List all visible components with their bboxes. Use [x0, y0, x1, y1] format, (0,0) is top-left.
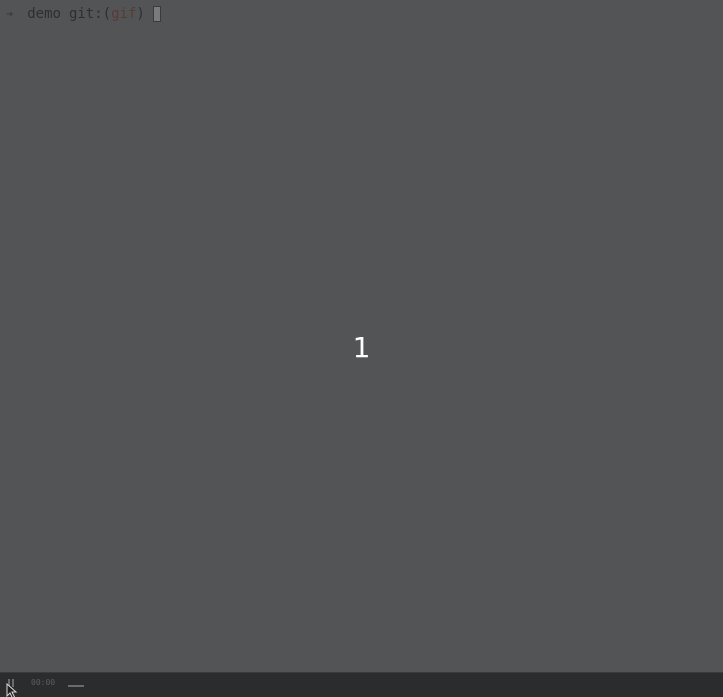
player-controls: 00:00 — [0, 672, 723, 697]
shell-prompt: ➜ demo git:(gif) — [6, 4, 161, 24]
prompt-arrow-icon: ➜ — [6, 7, 14, 21]
prompt-git-label: git:(gif) — [69, 6, 145, 22]
progress-bar[interactable] — [68, 685, 708, 687]
git-prefix: git:( — [68, 6, 112, 22]
terminal-cursor — [152, 6, 161, 22]
git-branch: gif — [111, 6, 137, 22]
terminal-player: ➜ demo git:(gif) 1 00:00 — [0, 0, 723, 697]
mouse-pointer-icon — [6, 683, 18, 697]
terminal-screen[interactable]: ➜ demo git:(gif) 1 — [0, 0, 723, 672]
playback-time: 00:00 — [31, 678, 56, 687]
progress-fill — [68, 685, 84, 687]
prompt-directory: demo — [27, 6, 61, 22]
countdown-number: 1 — [352, 331, 371, 364]
git-suffix: ) — [136, 6, 145, 22]
